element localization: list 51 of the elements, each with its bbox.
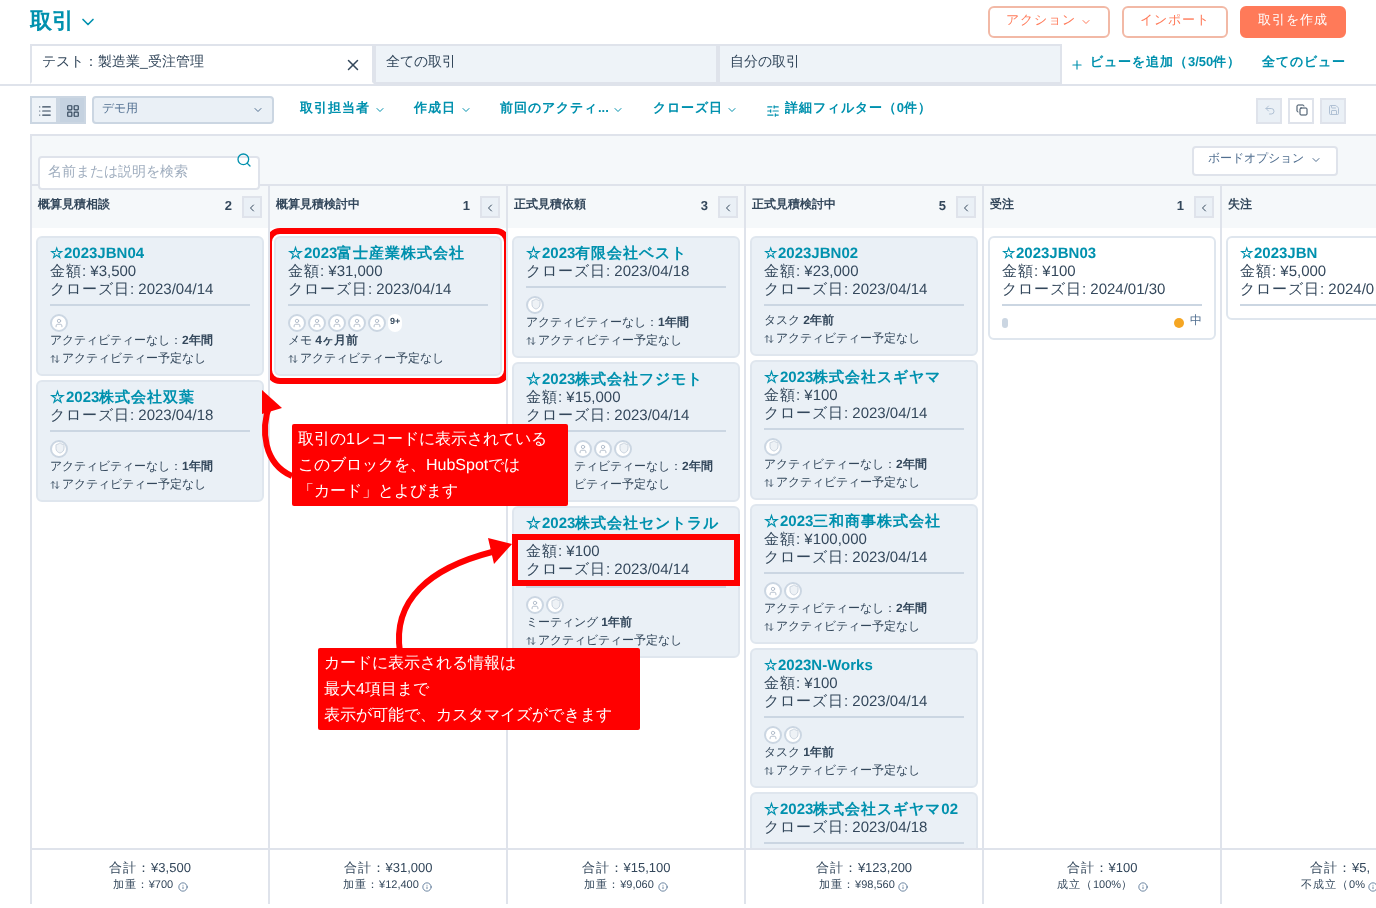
caret-icon (1080, 16, 1092, 28)
page-title[interactable]: 取引 (30, 5, 74, 39)
caret-icon (726, 104, 739, 116)
info-icon[interactable] (657, 881, 668, 892)
chevron-left-icon (722, 201, 734, 213)
caret-icon (374, 104, 386, 116)
close-icon[interactable] (344, 55, 362, 73)
caret-icon (252, 104, 264, 116)
updown-icon (526, 336, 536, 346)
collapse-button[interactable] (1194, 196, 1214, 218)
updown-icon (764, 478, 774, 488)
copy-icon (1295, 104, 1307, 116)
updown-icon (526, 636, 536, 646)
collapse-button[interactable] (242, 196, 262, 218)
updown-icon (50, 354, 60, 364)
chevron-left-icon (246, 201, 258, 213)
updown-icon (288, 354, 298, 364)
caret-icon (1310, 154, 1322, 166)
chevron-left-icon (484, 201, 496, 213)
callout-text: 表示が可能で、カスタマイズができます (324, 704, 614, 728)
updown-icon (764, 334, 774, 344)
chevron-left-icon (960, 201, 972, 213)
copy-button[interactable] (1288, 97, 1314, 123)
board-view-button[interactable] (58, 96, 86, 124)
callout-text: 「カード」とよびます (298, 480, 460, 504)
info-icon[interactable] (1368, 881, 1376, 892)
updown-icon (764, 622, 774, 632)
updown-icon (764, 766, 774, 776)
caret-icon (460, 104, 472, 116)
save-button[interactable] (1320, 97, 1346, 123)
info-icon[interactable] (177, 881, 188, 892)
filter-icon (766, 103, 781, 117)
collapse-button[interactable] (718, 196, 738, 218)
undo-icon (1263, 104, 1275, 116)
collapse-button[interactable] (480, 196, 500, 218)
save-icon (1327, 104, 1339, 116)
plus-icon (1070, 57, 1084, 71)
info-icon[interactable] (422, 881, 433, 892)
list-view-button[interactable] (30, 96, 58, 124)
collapse-button[interactable] (956, 196, 976, 218)
chevron-left-icon (1198, 201, 1210, 213)
callout-text: 最大4項目まで (324, 678, 431, 702)
updown-icon (50, 480, 60, 490)
callout-text: カードに表示される情報は (324, 652, 518, 676)
info-icon[interactable] (898, 881, 909, 892)
list-icon (37, 103, 51, 117)
grid-icon (65, 103, 79, 117)
search-icon[interactable] (236, 151, 252, 167)
undo-button[interactable] (1256, 97, 1282, 123)
caret-icon (612, 104, 625, 116)
info-icon[interactable] (1137, 881, 1148, 892)
